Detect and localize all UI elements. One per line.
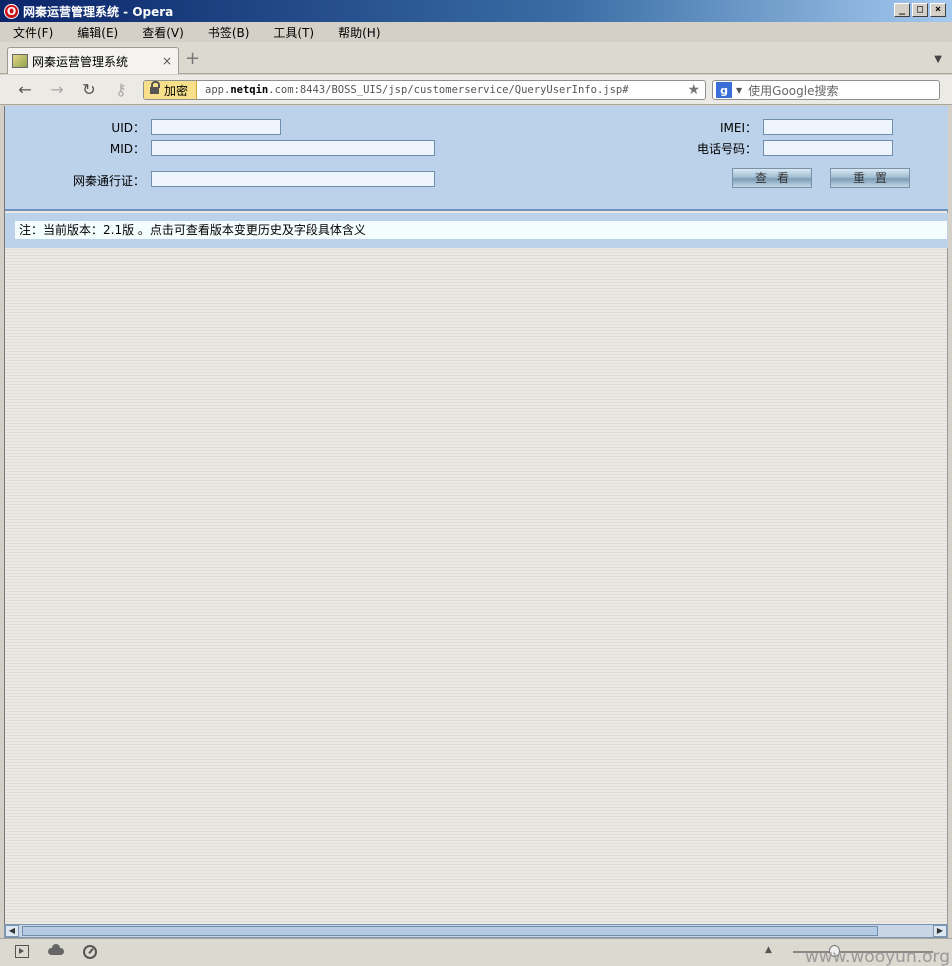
search-input[interactable]: 使用Google搜索 bbox=[748, 82, 838, 99]
phone-label: 电话号码： bbox=[696, 142, 757, 156]
watermark: www.wooyun.org bbox=[804, 947, 950, 966]
mid-label: MID： bbox=[109, 142, 145, 156]
maximize-icon[interactable]: □ bbox=[912, 3, 928, 17]
menu-help[interactable]: 帮助(H) bbox=[331, 24, 387, 41]
close-icon[interactable]: × bbox=[930, 3, 946, 17]
cloud-icon[interactable] bbox=[48, 944, 64, 955]
uid-input[interactable] bbox=[151, 119, 281, 135]
bookmark-star-icon[interactable]: ★ bbox=[687, 82, 700, 98]
reset-button[interactable]: 重置 bbox=[830, 168, 910, 188]
back-arrow-icon[interactable]: ← bbox=[14, 80, 36, 99]
uid-label: UID： bbox=[111, 121, 145, 135]
passport-label: 网秦通行证： bbox=[72, 174, 145, 188]
navigation-bar: ← → ↻ ⚷ 加密 app.netqin.com:8443/BOSS_UIS/… bbox=[0, 75, 952, 105]
imei-input[interactable] bbox=[763, 119, 893, 135]
reload-icon[interactable]: ↻ bbox=[78, 80, 100, 99]
phone-input[interactable] bbox=[763, 140, 893, 156]
tab-active[interactable]: 网秦运营管理系统 × bbox=[7, 47, 179, 74]
tab-bar: 网秦运营管理系统 × + ▼ bbox=[0, 42, 952, 74]
mid-input[interactable] bbox=[151, 140, 435, 156]
scroll-right-icon[interactable]: ▶ bbox=[933, 925, 947, 937]
security-label: 加密 bbox=[164, 83, 189, 98]
horizontal-scrollbar[interactable]: ◀ ▶ bbox=[4, 924, 948, 938]
new-tab-icon[interactable]: + bbox=[185, 50, 200, 68]
scroll-left-icon[interactable]: ◀ bbox=[5, 925, 19, 937]
forward-arrow-icon[interactable]: → bbox=[46, 80, 68, 99]
version-note-bar: 注：当前版本：2.1版 。点击可查看版本变更历史及字段具体含义 bbox=[5, 213, 948, 248]
search-box[interactable]: g ▼ 使用Google搜索 bbox=[712, 80, 940, 100]
panel-toggle-icon[interactable] bbox=[15, 945, 29, 958]
page-content: UID： MID： 网秦通行证： IMEI： 电话号码： 查看 重置 注：当前版… bbox=[4, 106, 948, 924]
scroll-thumb[interactable] bbox=[22, 926, 878, 936]
menu-bar: 文件(F) 编辑(E) 查看(V) 书签(B) 工具(T) 帮助(H) bbox=[0, 22, 952, 42]
minimize-icon[interactable]: _ bbox=[894, 3, 910, 17]
passport-input[interactable] bbox=[151, 171, 435, 187]
tab-close-icon[interactable]: × bbox=[162, 54, 172, 68]
query-button[interactable]: 查看 bbox=[732, 168, 812, 188]
url-rest: .com:8443/BOSS_UIS/jsp/customerservice/Q… bbox=[268, 84, 629, 96]
version-note-link[interactable]: 注：当前版本：2.1版 。点击可查看版本变更历史及字段具体含义 bbox=[15, 221, 947, 239]
url-host: netqin bbox=[230, 84, 269, 96]
search-engine-chevron-down-icon[interactable]: ▼ bbox=[736, 86, 742, 95]
menu-tools[interactable]: 工具(T) bbox=[266, 24, 321, 41]
menu-edit[interactable]: 编辑(E) bbox=[70, 24, 125, 41]
imei-label: IMEI： bbox=[719, 121, 757, 135]
url-prefix: app. bbox=[205, 84, 231, 96]
menu-bookmarks[interactable]: 书签(B) bbox=[201, 24, 257, 41]
favicon-icon bbox=[12, 54, 28, 68]
menu-file[interactable]: 文件(F) bbox=[6, 24, 60, 41]
status-bar: ▲ www.wooyun.org bbox=[0, 938, 952, 966]
opera-logo-icon: O bbox=[4, 3, 19, 19]
tab-menu-chevron-down-icon[interactable]: ▼ bbox=[934, 54, 942, 65]
url-text[interactable]: app.netqin.com:8443/BOSS_UIS/jsp/custome… bbox=[197, 84, 687, 96]
key-icon[interactable]: ⚷ bbox=[110, 80, 132, 99]
security-badge[interactable]: 加密 bbox=[144, 81, 198, 99]
google-icon[interactable]: g bbox=[716, 82, 732, 98]
address-bar[interactable]: 加密 app.netqin.com:8443/BOSS_UIS/jsp/cust… bbox=[143, 80, 706, 100]
tab-title: 网秦运营管理系统 bbox=[32, 54, 129, 69]
query-form-panel: UID： MID： 网秦通行证： IMEI： 电话号码： 查看 重置 bbox=[5, 106, 948, 211]
menu-view[interactable]: 查看(V) bbox=[135, 24, 191, 41]
zoom-up-icon[interactable]: ▲ bbox=[765, 945, 772, 955]
window-controls: _ □ × bbox=[894, 3, 946, 17]
speed-dial-icon[interactable] bbox=[83, 945, 97, 959]
lock-icon bbox=[150, 81, 160, 95]
window-title: 网秦运营管理系统 - Opera bbox=[23, 4, 174, 19]
window-title-bar: O 网秦运营管理系统 - Opera _ □ × bbox=[0, 0, 952, 22]
